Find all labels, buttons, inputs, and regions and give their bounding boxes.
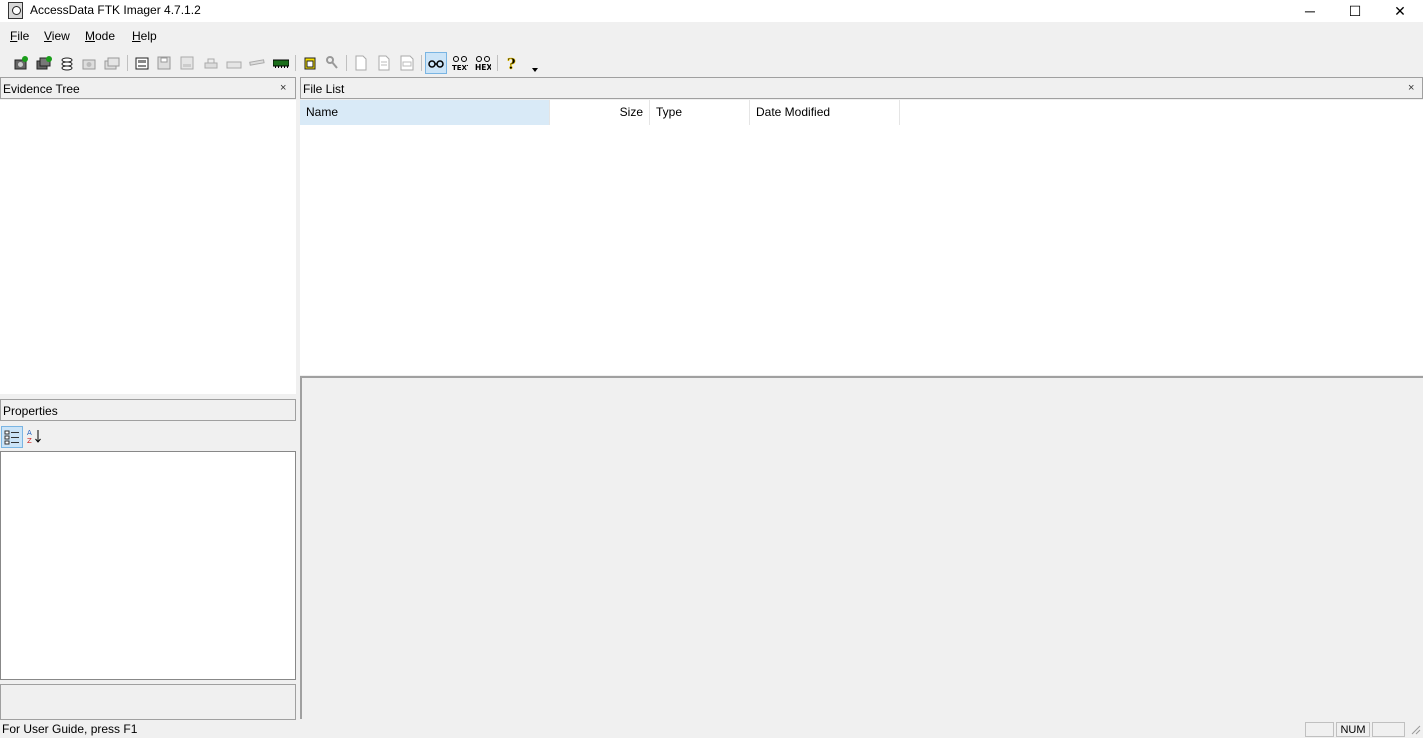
auto-view-mode-icon[interactable] [425, 52, 447, 74]
toolbar-separator [497, 55, 498, 71]
evidence-tree-close-icon[interactable]: × [280, 82, 286, 94]
file-list-header: File List × [300, 77, 1423, 99]
create-custom-content-image-icon [225, 54, 243, 72]
svg-text:A: A [27, 429, 32, 437]
hex-view-mode-icon[interactable]: HEX [474, 54, 492, 72]
obtain-protected-files-icon[interactable] [301, 54, 319, 72]
add-evidence-icon[interactable] [12, 54, 30, 72]
remove-all-evidence-icon [103, 54, 121, 72]
file-list-close-icon[interactable]: × [1408, 82, 1414, 94]
menu-mode[interactable]: Mode [85, 29, 115, 43]
export-disk-image-icon [155, 54, 173, 72]
evidence-tree[interactable] [0, 100, 296, 394]
text-view-mode-icon[interactable]: TEXT [451, 54, 469, 72]
title-bar: AccessData FTK Imager 4.7.1.2 ─ ☐ ✕ [0, 0, 1423, 22]
column-header-type[interactable]: Type [650, 100, 750, 125]
svg-text:TEXT: TEXT [452, 64, 468, 71]
create-disk-image-icon[interactable] [133, 54, 151, 72]
properties-description [0, 684, 296, 720]
maximize-button[interactable]: ☐ [1332, 0, 1378, 22]
svg-text:Z: Z [27, 437, 32, 444]
close-button[interactable]: ✕ [1377, 0, 1423, 22]
toolbar: TEXT HEX ? [0, 50, 560, 76]
toolbar-separator [421, 55, 422, 71]
categorized-view-icon[interactable] [1, 426, 23, 448]
file-list-title: File List [303, 82, 345, 96]
resize-grip-icon[interactable] [1409, 723, 1421, 735]
file-list[interactable] [300, 100, 1423, 375]
column-header-name[interactable]: Name [300, 100, 550, 125]
status-num-indicator: NUM [1336, 722, 1370, 737]
evidence-tree-title: Evidence Tree [3, 82, 80, 96]
detect-efs-encryption-icon [323, 54, 341, 72]
menu-bar: File View Mode Help [0, 26, 1423, 46]
menu-file[interactable]: File [10, 29, 29, 43]
status-bar: For User Guide, press F1 NUM [0, 720, 1423, 737]
status-caps-indicator [1305, 722, 1334, 737]
alphabetical-sort-icon[interactable]: AZ [26, 428, 44, 446]
evidence-tree-header: Evidence Tree × [0, 77, 296, 99]
capture-memory-icon[interactable] [272, 54, 290, 72]
toolbar-separator [295, 55, 296, 71]
toolbar-separator [127, 55, 128, 71]
menu-view[interactable]: View [44, 29, 70, 43]
add-all-attached-devices-icon[interactable] [35, 54, 53, 72]
properties-grid[interactable] [0, 451, 296, 680]
help-icon[interactable]: ? [503, 54, 521, 72]
properties-header: Properties [0, 399, 296, 421]
export-logical-image-icon [178, 54, 196, 72]
export-directory-listing-icon [398, 54, 416, 72]
image-mounting-icon[interactable] [58, 54, 76, 72]
window-title: AccessData FTK Imager 4.7.1.2 [30, 3, 201, 17]
svg-text:HEX: HEX [475, 63, 491, 71]
remove-evidence-icon [80, 54, 98, 72]
toolbar-overflow-icon[interactable] [526, 58, 544, 76]
ftk-app-icon [8, 2, 23, 19]
column-header-size[interactable]: Size [550, 100, 650, 125]
content-viewer[interactable] [300, 376, 1423, 719]
status-text: For User Guide, press F1 [2, 722, 138, 736]
export-file-hash-list-icon [375, 54, 393, 72]
export-files-icon [352, 54, 370, 72]
status-scroll-indicator [1372, 722, 1405, 737]
toolbar-separator [346, 55, 347, 71]
properties-title: Properties [3, 404, 58, 418]
svg-text:?: ? [507, 55, 516, 71]
add-to-custom-content-image-icon [202, 54, 220, 72]
menu-help[interactable]: Help [132, 29, 157, 43]
column-header-date-modified[interactable]: Date Modified [750, 100, 900, 125]
minimize-button[interactable]: ─ [1287, 0, 1333, 22]
decrypt-ad1-image-icon [248, 54, 266, 72]
